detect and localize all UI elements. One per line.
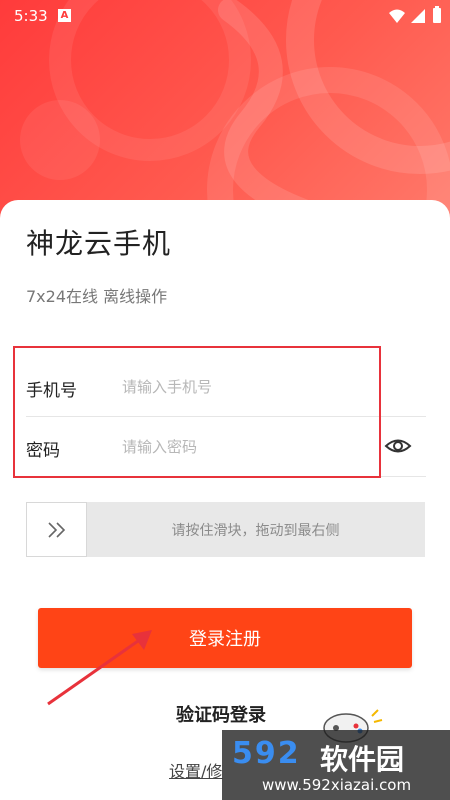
app-subtitle: 7x24在线 离线操作 — [26, 287, 168, 306]
status-bar: 5:33 A — [0, 0, 450, 32]
slider-captcha: 请按住滑块，拖动到最右侧 — [26, 502, 425, 557]
watermark: 592 软件园 www.592xiazai.com — [222, 730, 450, 800]
highlight-box — [13, 346, 381, 478]
wifi-icon — [389, 9, 405, 23]
status-time: 5:33 — [14, 7, 48, 25]
slider-handle[interactable] — [26, 502, 87, 557]
battery-icon — [433, 6, 441, 23]
arrow-annotation-icon — [47, 630, 152, 706]
watermark-url: www.592xiazai.com — [262, 776, 412, 794]
slider-hint: 请按住滑块，拖动到最右侧 — [171, 523, 340, 539]
app-title: 神龙云手机 — [26, 227, 172, 260]
eye-icon[interactable] — [384, 434, 412, 458]
header-banner — [0, 0, 450, 230]
code-login-link[interactable]: 验证码登录 — [176, 701, 266, 727]
watermark-logo: 592 — [232, 736, 301, 771]
watermark-name: 软件园 — [320, 743, 405, 776]
settings-link[interactable]: 设置/修 — [169, 758, 222, 782]
signal-icon — [411, 9, 425, 23]
double-chevron-icon — [47, 521, 65, 538]
header-decoration — [20, 0, 450, 230]
a-notification-icon: A — [58, 9, 71, 22]
